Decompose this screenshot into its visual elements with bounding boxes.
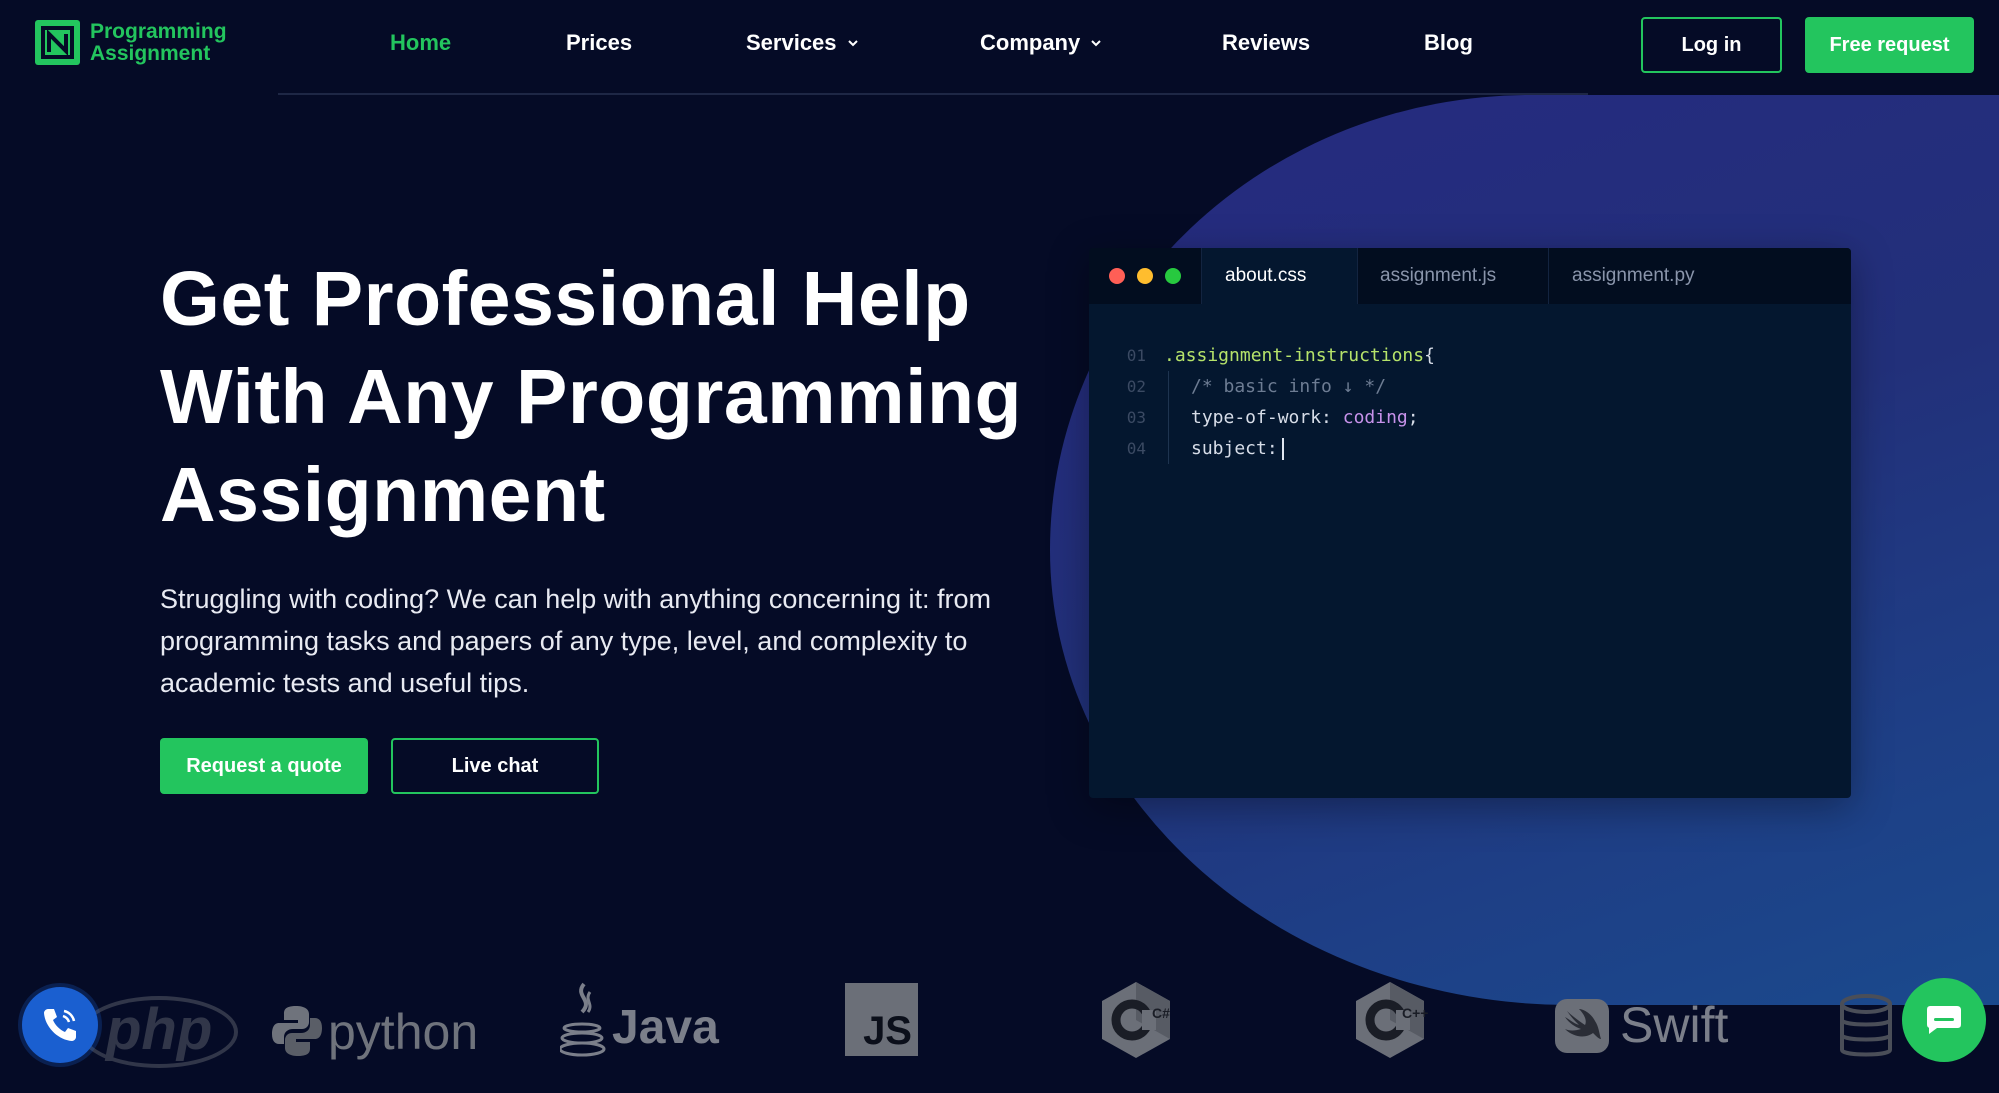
minimize-dot-icon xyxy=(1137,268,1153,284)
hero-subtitle: Struggling with coding? We can help with… xyxy=(160,584,991,698)
nav-blog[interactable]: Blog xyxy=(1424,30,1473,56)
swift-bird-icon xyxy=(1555,999,1609,1053)
window-controls xyxy=(1089,248,1201,304)
brand-logo-icon xyxy=(35,20,80,65)
brand-name-line2: Assignment xyxy=(90,41,211,65)
code-line: 01 .assignment-instructions{ xyxy=(1089,340,1851,371)
call-button[interactable] xyxy=(22,987,98,1063)
maximize-dot-icon xyxy=(1165,268,1181,284)
nav-company[interactable]: Company xyxy=(980,30,1102,56)
python-logo: python xyxy=(328,1004,479,1060)
indent-guide: type-of-work: coding; xyxy=(1168,402,1419,433)
nav-company-label: Company xyxy=(980,30,1081,55)
code-line: 03 type-of-work: coding; xyxy=(1089,402,1851,433)
nav-reviews[interactable]: Reviews xyxy=(1222,30,1310,56)
csharp-logo: C# xyxy=(1152,1005,1170,1021)
python-snake-icon xyxy=(272,1006,322,1056)
hero-title-line2: With Any Programming xyxy=(160,354,1023,440)
css-selector: .assignment-instructions xyxy=(1164,345,1425,366)
phone-icon xyxy=(44,1009,76,1041)
code-line: 02 /* basic info ↓ */ xyxy=(1089,371,1851,402)
swift-logo: Swift xyxy=(1620,997,1729,1053)
line-number: 04 xyxy=(1126,439,1146,458)
code-line: 04 subject: xyxy=(1089,433,1851,464)
indent-guide: subject: xyxy=(1168,433,1284,464)
editor-tab-bar: about.css assignment.js assignment.py xyxy=(1089,248,1851,304)
brand-logo[interactable]: Programming Assignment xyxy=(35,20,227,65)
css-property: subject: xyxy=(1191,438,1278,459)
line-number: 01 xyxy=(1126,346,1146,365)
nav-home[interactable]: Home xyxy=(390,30,451,56)
css-property: type-of-work: xyxy=(1191,407,1332,428)
login-button[interactable]: Log in xyxy=(1641,17,1782,73)
tab-assignment-js[interactable]: assignment.js xyxy=(1357,248,1548,304)
javascript-logo: JS xyxy=(845,983,918,1056)
chevron-down-icon xyxy=(1091,40,1101,47)
java-logo: Java xyxy=(612,1001,719,1054)
database-icon xyxy=(1840,994,1892,1057)
close-dot-icon xyxy=(1109,268,1125,284)
tab-about-css[interactable]: about.css xyxy=(1201,248,1357,304)
nav-services[interactable]: Services xyxy=(746,30,859,56)
chat-widget-button[interactable] xyxy=(1902,978,1986,1062)
line-number: 03 xyxy=(1126,408,1146,427)
nav-services-label: Services xyxy=(746,30,837,55)
code-editor-window: about.css assignment.js assignment.py 01… xyxy=(1089,248,1851,798)
line-number: 02 xyxy=(1126,377,1146,396)
javascript-logo-text: JS xyxy=(863,1009,912,1053)
text-caret xyxy=(1281,437,1284,460)
tab-assignment-py[interactable]: assignment.py xyxy=(1548,248,1851,304)
hero-title: Get Professional Help With Any Programmi… xyxy=(160,250,1080,544)
chevron-down-icon xyxy=(847,40,858,47)
hero-title-line3: Assignment xyxy=(160,452,606,538)
php-logo: php xyxy=(80,996,239,1068)
nav-divider xyxy=(278,93,1588,95)
free-request-button[interactable]: Free request xyxy=(1805,17,1974,73)
indent-guide: /* basic info ↓ */ xyxy=(1168,371,1386,402)
java-cup-icon xyxy=(560,982,606,1057)
top-navbar: Programming Assignment Home Prices Servi… xyxy=(0,0,1999,95)
chat-bubble-icon xyxy=(1927,1006,1961,1034)
semicolon: ; xyxy=(1407,407,1419,428)
request-quote-button[interactable]: Request a quote xyxy=(160,738,368,794)
nav-prices[interactable]: Prices xyxy=(566,30,632,56)
cplusplus-logo: C++ xyxy=(1402,1005,1429,1021)
brand-name: Programming Assignment xyxy=(90,19,227,65)
code-comment: /* basic info ↓ */ xyxy=(1191,376,1387,397)
brand-name-line1: Programming xyxy=(90,19,227,43)
open-brace: { xyxy=(1424,345,1435,366)
css-value: coding xyxy=(1342,407,1408,428)
hero-title-line1: Get Professional Help xyxy=(160,256,971,342)
live-chat-button[interactable]: Live chat xyxy=(391,738,599,794)
code-area[interactable]: 01 .assignment-instructions{ 02 /* basic… xyxy=(1089,304,1851,464)
